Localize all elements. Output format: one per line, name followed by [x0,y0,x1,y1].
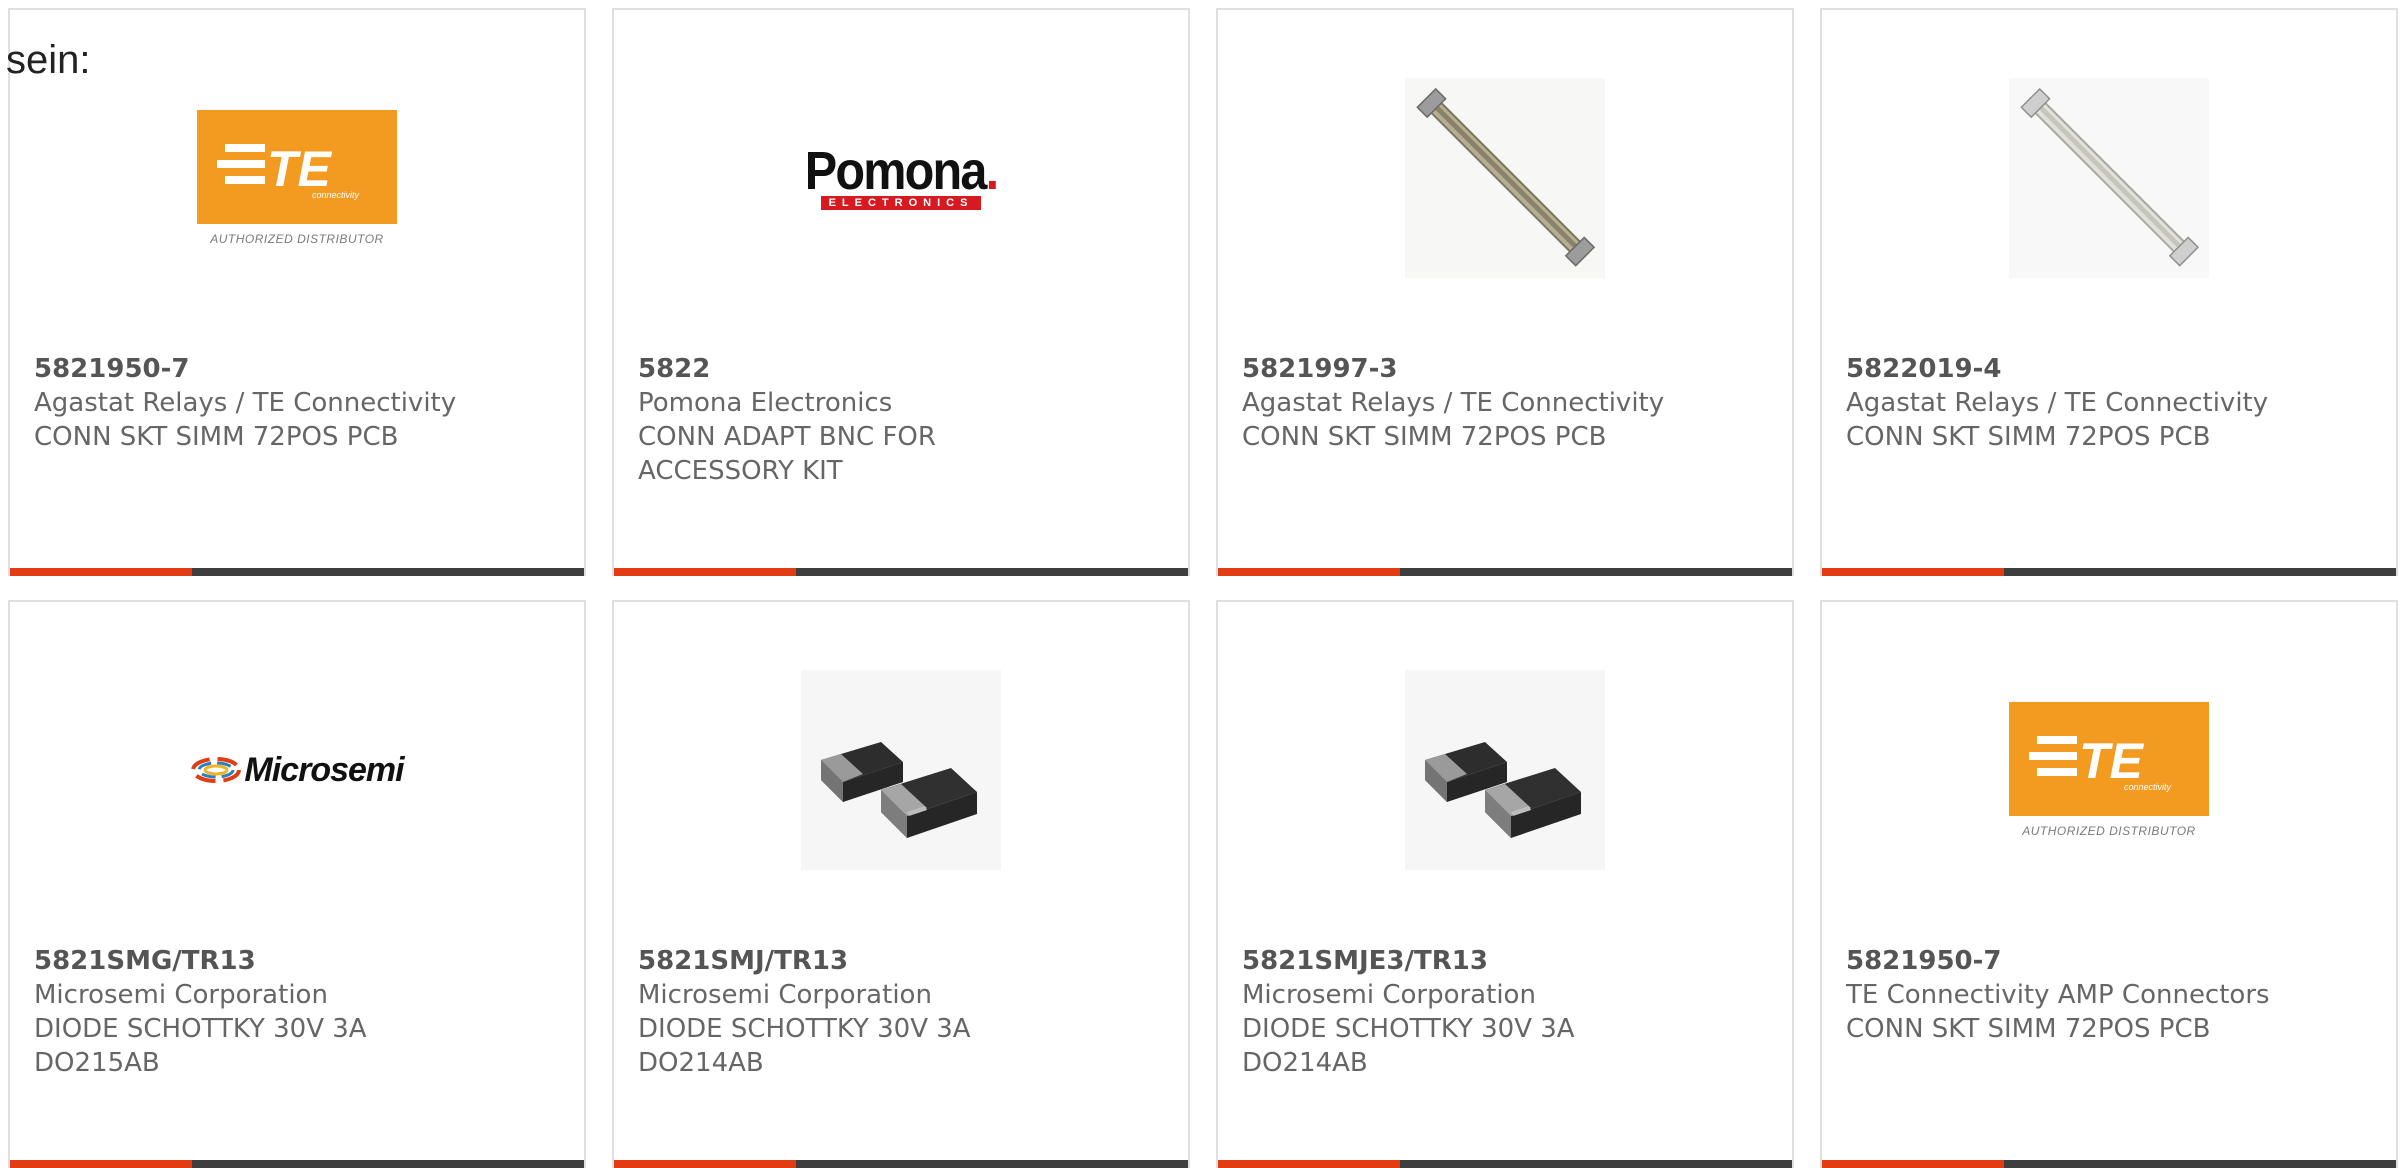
card-bottom-bar [614,568,1188,576]
product-card[interactable]: Microsemi 5821SMG/TR13 Microsemi Corpora… [8,600,586,1168]
part-number[interactable]: 5821SMJ/TR13 [638,944,1168,978]
product-image[interactable] [801,670,1001,870]
part-number[interactable]: 5821950-7 [34,352,564,386]
product-grid: TE connectivity AUTHORIZED DISTRIBUTOR 5… [8,8,2400,1168]
description-line: DO214AB [1242,1048,1368,1078]
smd-diode-icon [801,670,1001,870]
te-connectivity-logo: TE connectivity AUTHORIZED DISTRIBUTOR [2009,702,2209,838]
simm-socket-icon [2009,78,2209,278]
manufacturer: Pomona Electronics [638,388,893,418]
product-card[interactable]: Pomona. ELECTRONICS 5822 Pomona Electron… [612,8,1190,576]
svg-text:connectivity: connectivity [2124,782,2172,792]
product-card[interactable]: 5821SMJE3/TR13 Microsemi Corporation DIO… [1216,600,1794,1168]
description-line: DIODE SCHOTTKY 30V 3A [638,1014,971,1044]
card-bottom-bar [10,1160,584,1168]
part-number[interactable]: 5822019-4 [1846,352,2376,386]
logo-caption: AUTHORIZED DISTRIBUTOR [210,232,384,246]
product-card[interactable]: 5821997-3 Agastat Relays / TE Connectivi… [1216,8,1794,576]
product-card[interactable]: 5821SMJ/TR13 Microsemi Corporation DIODE… [612,600,1190,1168]
description-line: DIODE SCHOTTKY 30V 3A [1242,1014,1575,1044]
part-number[interactable]: 5821950-7 [1846,944,2376,978]
product-card[interactable]: TE connectivity AUTHORIZED DISTRIBUTOR 5… [1820,600,2398,1168]
description-line: CONN ADAPT BNC FOR [638,422,936,452]
card-bottom-bar [1822,568,2396,576]
te-connectivity-logo: TE connectivity AUTHORIZED DISTRIBUTOR [197,110,397,246]
part-number[interactable]: 5821SMJE3/TR13 [1242,944,1772,978]
card-bottom-bar [1218,568,1792,576]
svg-text:connectivity: connectivity [312,190,360,200]
manufacturer: Microsemi Corporation [1242,980,1536,1010]
part-number[interactable]: 5821997-3 [1242,352,1772,386]
lead-text: sein: [6,38,91,82]
description-line: DO214AB [638,1048,764,1078]
microsemi-logo: Microsemi [190,751,405,790]
description-line: CONN SKT SIMM 72POS PCB [1242,422,1607,452]
product-image[interactable] [1405,670,1605,870]
product-image[interactable]: TE connectivity AUTHORIZED DISTRIBUTOR [2009,670,2209,870]
card-bottom-bar [10,568,584,576]
svg-text:TE: TE [267,141,333,197]
product-image[interactable] [1405,78,1605,278]
card-bottom-bar [1218,1160,1792,1168]
description-line: CONN SKT SIMM 72POS PCB [1846,1014,2211,1044]
description-line: CONN SKT SIMM 72POS PCB [1846,422,2211,452]
simm-socket-icon [1405,78,1605,278]
manufacturer: Agastat Relays / TE Connectivity [1242,388,1665,418]
card-bottom-bar [1822,1160,2396,1168]
description-line: ACCESSORY KIT [638,456,843,486]
svg-text:TE: TE [2079,733,2145,789]
manufacturer: Microsemi Corporation [638,980,932,1010]
pomona-electronics-logo: Pomona. ELECTRONICS [804,141,999,210]
product-image[interactable] [2009,78,2209,278]
product-image[interactable]: Microsemi [191,670,405,870]
manufacturer: Agastat Relays / TE Connectivity [1846,388,2269,418]
product-image[interactable]: Pomona. ELECTRONICS [801,78,1001,278]
logo-caption: AUTHORIZED DISTRIBUTOR [2022,824,2196,838]
manufacturer: Agastat Relays / TE Connectivity [34,388,457,418]
card-bottom-bar [614,1160,1188,1168]
part-number[interactable]: 5822 [638,352,1168,386]
description-line: CONN SKT SIMM 72POS PCB [34,422,399,452]
part-number[interactable]: 5821SMG/TR13 [34,944,564,978]
manufacturer: TE Connectivity AMP Connectors [1846,980,2270,1010]
product-card[interactable]: TE connectivity AUTHORIZED DISTRIBUTOR 5… [8,8,586,576]
description-line: DO215AB [34,1048,160,1078]
description-line: DIODE SCHOTTKY 30V 3A [34,1014,367,1044]
manufacturer: Microsemi Corporation [34,980,328,1010]
smd-diode-icon [1405,670,1605,870]
product-image[interactable]: TE connectivity AUTHORIZED DISTRIBUTOR [197,78,397,278]
product-card[interactable]: 5822019-4 Agastat Relays / TE Connectivi… [1820,8,2398,576]
